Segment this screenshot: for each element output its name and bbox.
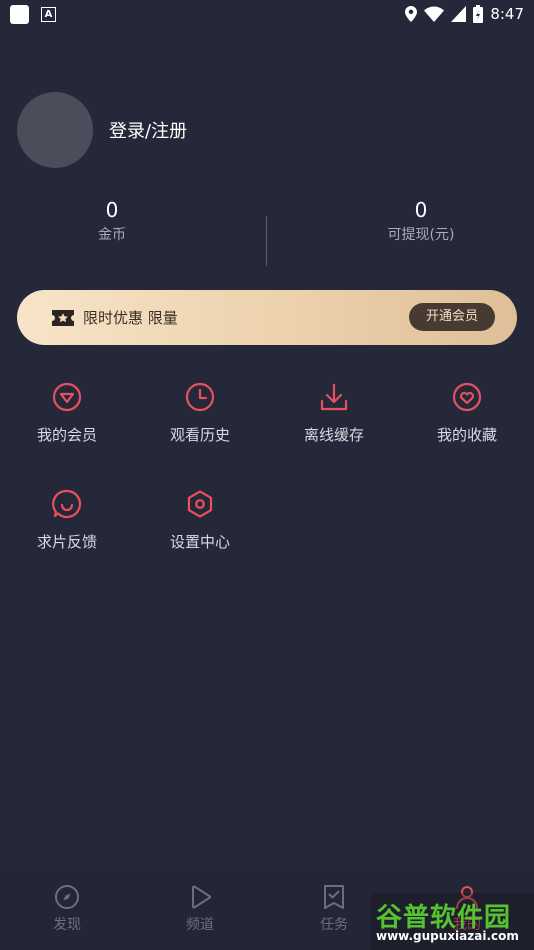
wifi-icon bbox=[424, 6, 445, 22]
ticket-star-icon bbox=[52, 309, 74, 326]
battery-icon bbox=[473, 5, 484, 23]
menu-label-offline-cache: 离线缓存 bbox=[303, 426, 364, 444]
status-bar: A 8:47 bbox=[0, 0, 534, 28]
app-square-icon bbox=[10, 4, 29, 24]
tab-channels[interactable]: 频道 bbox=[160, 884, 240, 934]
tab-label-tasks: 任务 bbox=[320, 917, 348, 933]
menu-item-request-feedback[interactable]: 求片反馈 bbox=[7, 489, 127, 552]
menu-item-watch-history[interactable]: 观看历史 bbox=[140, 382, 260, 445]
feedback-icon bbox=[52, 489, 82, 519]
tab-label-discover: 发现 bbox=[53, 917, 81, 933]
clock-icon bbox=[185, 382, 215, 412]
menu-label-my-favorites: 我的收藏 bbox=[436, 426, 497, 444]
menu-item-my-vip[interactable]: 我的会员 bbox=[7, 382, 127, 445]
coins-value: 0 bbox=[105, 198, 119, 222]
menu-label-request-feedback: 求片反馈 bbox=[36, 533, 97, 551]
task-icon bbox=[324, 885, 344, 909]
menu-item-my-favorites[interactable]: 我的收藏 bbox=[407, 382, 527, 445]
vip-promo-banner[interactable]: 限时优惠 限量 开通会员 bbox=[17, 290, 517, 345]
download-icon bbox=[320, 383, 348, 411]
withdrawable-stat[interactable]: 0 可提现(元) bbox=[321, 198, 521, 244]
location-icon bbox=[405, 6, 418, 22]
settings-icon bbox=[187, 490, 213, 518]
tab-label-channels: 频道 bbox=[186, 917, 214, 933]
menu-label-watch-history: 观看历史 bbox=[169, 426, 230, 444]
play-icon bbox=[192, 885, 212, 909]
stats-divider bbox=[266, 216, 267, 266]
withdrawable-label: 可提现(元) bbox=[387, 227, 455, 243]
coins-stat[interactable]: 0 金币 bbox=[12, 198, 212, 244]
open-vip-button[interactable]: 开通会员 bbox=[408, 303, 495, 331]
withdrawable-value: 0 bbox=[414, 198, 428, 222]
avatar[interactable] bbox=[17, 92, 93, 168]
menu-item-settings[interactable]: 设置中心 bbox=[140, 489, 260, 552]
login-register-link[interactable]: 登录/注册 bbox=[109, 117, 187, 143]
menu-label-settings: 设置中心 bbox=[169, 533, 230, 551]
status-time: 8:47 bbox=[490, 5, 524, 23]
watermark: 谷普软件园 www.gupuxiazai.com bbox=[370, 893, 534, 950]
menu-item-offline-cache[interactable]: 离线缓存 bbox=[274, 382, 394, 445]
coins-label: 金币 bbox=[98, 227, 126, 243]
vip-promo-text: 限时优惠 限量 bbox=[83, 309, 178, 327]
stats-row: 0 金币 0 可提现(元) bbox=[0, 198, 534, 268]
profile-header[interactable]: 登录/注册 bbox=[17, 92, 187, 168]
menu-label-my-vip: 我的会员 bbox=[36, 426, 97, 444]
watermark-url: www.gupuxiazai.com bbox=[376, 929, 519, 943]
signal-icon bbox=[451, 6, 467, 22]
tab-tasks[interactable]: 任务 bbox=[294, 884, 374, 934]
font-a-icon: A bbox=[41, 6, 56, 22]
heart-icon bbox=[452, 382, 482, 412]
compass-icon bbox=[55, 885, 79, 909]
diamond-icon bbox=[52, 382, 82, 412]
tab-discover[interactable]: 发现 bbox=[27, 884, 107, 934]
